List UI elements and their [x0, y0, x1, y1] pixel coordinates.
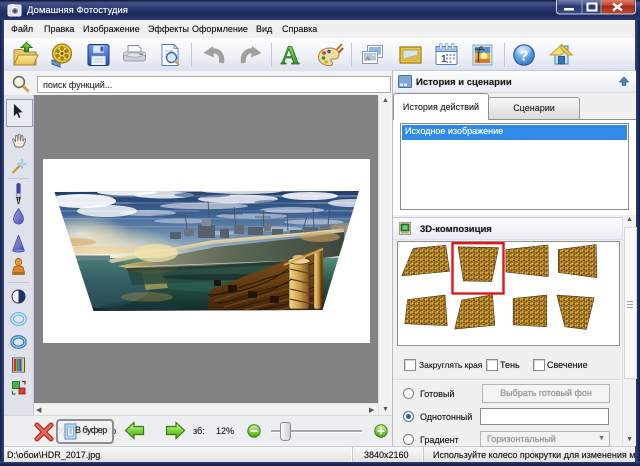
svg-text:A: A: [281, 42, 300, 69]
svg-text:?: ?: [519, 48, 528, 65]
